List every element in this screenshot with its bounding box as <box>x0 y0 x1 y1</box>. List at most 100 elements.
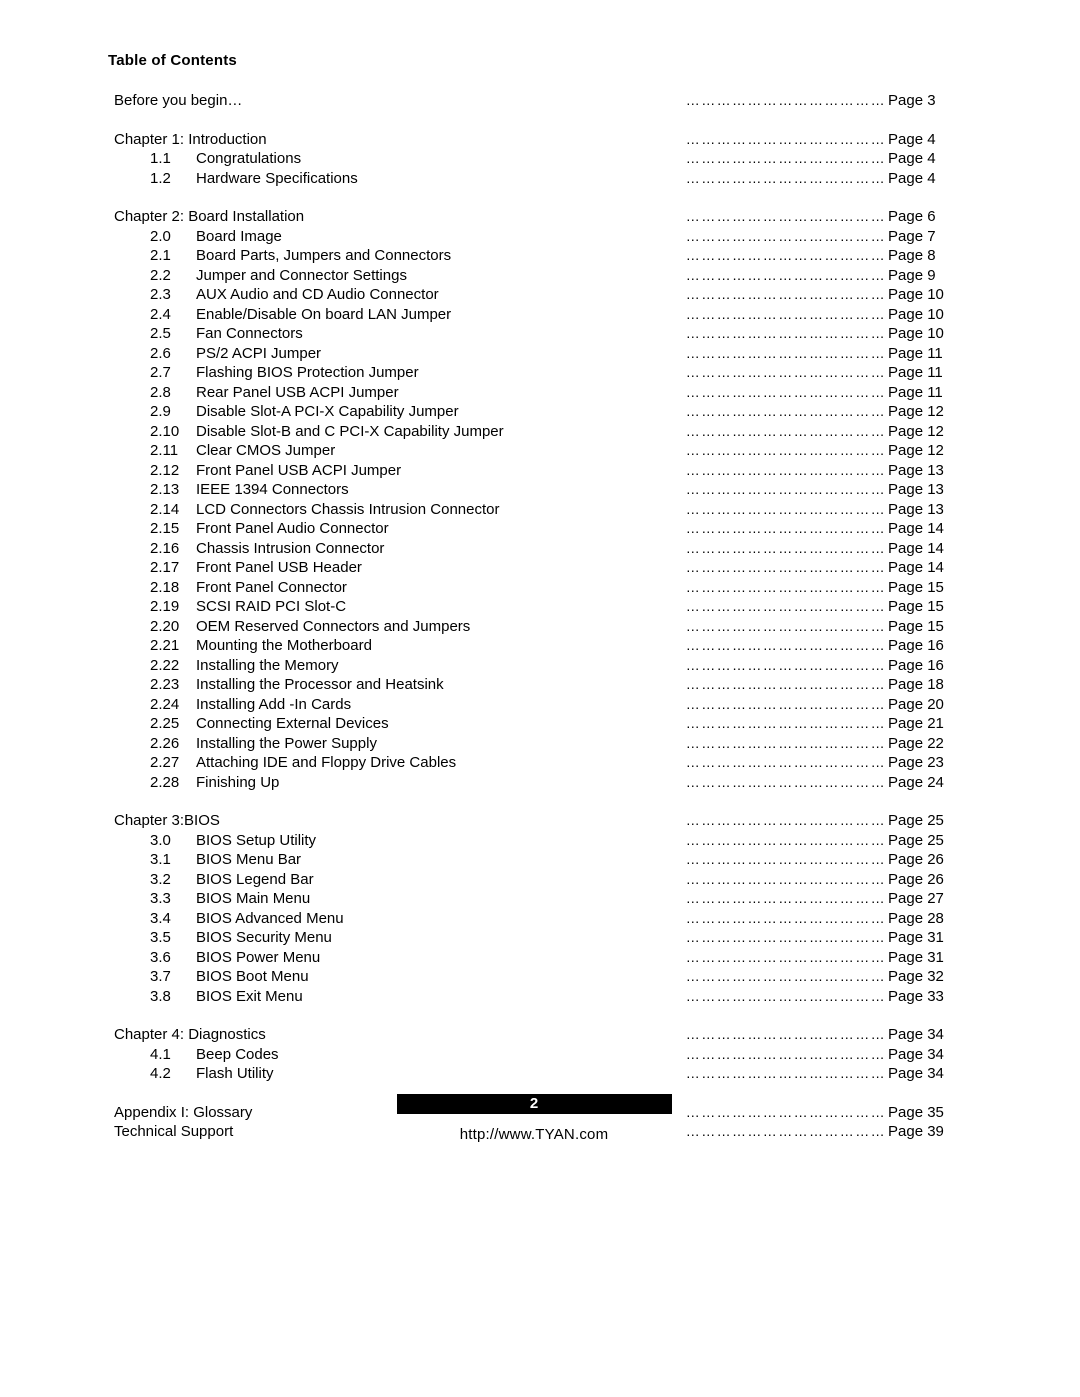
toc-leader-dots: ………………………………… <box>685 403 886 419</box>
toc-entry[interactable]: 2.16 Chassis Intrusion Connector ………………………… <box>100 539 980 559</box>
toc-entry[interactable]: 2.21 Mounting the Motherboard ………………………………… <box>100 636 980 656</box>
toc-entry-page: Page 13 <box>888 481 944 498</box>
toc-entry[interactable]: 2.27 Attaching IDE and Floppy Drive Cable… <box>100 753 980 773</box>
toc-entry[interactable]: 3.3 BIOS Main Menu ………………………………… Page 27 <box>100 889 980 909</box>
toc-entry-label: Fan Connectors <box>196 325 303 342</box>
toc-leader-dots: ………………………………… <box>685 92 886 108</box>
toc-entry[interactable]: Before you begin… ………………………………… Page 3 <box>100 91 980 111</box>
toc-entry-page: Page 16 <box>888 637 944 654</box>
toc-entry[interactable]: 3.0 BIOS Setup Utility ………………………………… Page 2… <box>100 831 980 851</box>
toc-leader-dots: ………………………………… <box>685 948 886 965</box>
toc-leader-dots: ………………………………… <box>685 461 886 478</box>
toc-entry[interactable]: 2.8 Rear Panel USB ACPI Jumper ……………………………… <box>100 383 980 403</box>
toc-entry-number: 2.1 <box>150 247 171 264</box>
toc-entry-label: Flashing BIOS Protection Jumper <box>196 364 419 381</box>
toc-entry-label: Installing Add -In Cards <box>196 695 352 713</box>
toc-leader-dots: ………………………………… <box>685 559 886 575</box>
page-title: Table of Contents <box>108 52 237 69</box>
toc-entry-page: Page 16 <box>888 656 944 674</box>
toc-entry-page: Page 14 <box>888 520 944 537</box>
toc-entry[interactable]: 2.19 SCSI RAID PCI Slot-C ………………………………… Pag… <box>100 597 980 617</box>
toc-leader-dots: ………………………………… <box>685 1026 886 1042</box>
toc-leader-dots: ………………………………… <box>685 598 886 614</box>
toc-entry[interactable]: 2.18 Front Panel Connector ………………………………… Pa… <box>100 578 980 598</box>
toc-entry[interactable]: 3.2 BIOS Legend Bar ………………………………… Page 26 <box>100 870 980 890</box>
toc-entry[interactable]: 3.5 BIOS Security Menu ………………………………… Page 3… <box>100 928 980 948</box>
toc-entry-label: IEEE 1394 Connectors <box>196 481 349 498</box>
toc-entry[interactable]: 2.14 LCD Connectors Chassis Intrusion Con… <box>100 500 980 520</box>
toc-entry-label: LCD Connectors Chassis Intrusion Connect… <box>196 500 500 518</box>
toc-entry[interactable]: 2.2 Jumper and Connector Settings ……………………… <box>100 266 980 286</box>
toc-entry[interactable]: 2.24 Installing Add -In Cards ………………………………… <box>100 695 980 715</box>
toc-entry-page: Page 11 <box>888 364 943 381</box>
toc-entry[interactable]: 2.10 Disable Slot-B and C PCI-X Capabilit… <box>100 422 980 442</box>
toc-leader-dots: ………………………………… <box>685 208 886 224</box>
toc-entry-number: 2.0 <box>150 227 171 245</box>
toc-entry[interactable]: 2.20 OEM Reserved Connectors and Jumpers …… <box>100 617 980 637</box>
toc-entry-page: Page 11 <box>888 383 943 401</box>
toc-entry-label: AUX Audio and CD Audio Connector <box>196 286 439 303</box>
toc-entry-page: Page 12 <box>888 422 944 440</box>
toc-entry-number: 3.4 <box>150 909 171 927</box>
toc-entry[interactable]: 2.6 PS/2 ACPI Jumper ………………………………… Page 11 <box>100 344 980 364</box>
toc-entry[interactable]: 2.17 Front Panel USB Header ………………………………… P… <box>100 558 980 578</box>
toc-entry-page: Page 26 <box>888 870 944 888</box>
toc-entry[interactable]: Chapter 2: Board Installation ……………………………… <box>100 207 980 227</box>
toc-entry[interactable]: 2.23 Installing the Processor and Heatsin… <box>100 675 980 695</box>
toc-entry[interactable]: 2.25 Connecting External Devices ………………………… <box>100 714 980 734</box>
toc-entry[interactable]: Chapter 3:BIOS ………………………………… Page 25 <box>100 811 980 831</box>
toc-entry[interactable]: 3.1 BIOS Menu Bar ………………………………… Page 26 <box>100 850 980 870</box>
toc-entry-label: Installing the Memory <box>196 656 339 674</box>
toc-leader-dots: ………………………………… <box>685 500 886 517</box>
toc-entry-page: Page 21 <box>888 715 944 732</box>
toc-entry[interactable]: 2.5 Fan Connectors ………………………………… Page 10 <box>100 324 980 344</box>
toc-entry-number: 2.18 <box>150 578 180 596</box>
toc-entry-label: Connecting External Devices <box>196 715 389 732</box>
toc-entry[interactable]: 3.8 BIOS Exit Menu ………………………………… Page 33 <box>100 987 980 1007</box>
toc-entry[interactable]: Chapter 1: Introduction ………………………………… Page… <box>100 130 980 150</box>
toc-entry[interactable]: 3.6 BIOS Power Menu ………………………………… Page 31 <box>100 948 980 968</box>
toc-entry[interactable]: 2.1 Board Parts, Jumpers and Connectors ……… <box>100 246 980 266</box>
toc-entry-number: 2.25 <box>150 715 180 732</box>
toc-entry-page: Page 25 <box>888 812 944 829</box>
toc-entry[interactable]: 2.3 AUX Audio and CD Audio Connector ……………… <box>100 285 980 305</box>
toc-entry[interactable]: 2.11 Clear CMOS Jumper ………………………………… Page 1… <box>100 441 980 461</box>
toc-entry-page: Page 8 <box>888 247 936 264</box>
toc-entry-page: Page 6 <box>888 208 936 225</box>
toc-entry[interactable]: 2.22 Installing the Memory ………………………………… Pa… <box>100 656 980 676</box>
toc-entry[interactable]: 3.4 BIOS Advanced Menu ………………………………… Page 2… <box>100 909 980 929</box>
toc-entry[interactable]: 2.4 Enable/Disable On board LAN Jumper ………… <box>100 305 980 325</box>
toc-entry-number: 3.3 <box>150 890 171 907</box>
toc-leader-dots: ………………………………… <box>685 442 886 458</box>
toc-entry[interactable]: 4.2 Flash Utility ………………………………… Page 34 <box>100 1064 980 1084</box>
toc-entry[interactable]: 2.7 Flashing BIOS Protection Jumper ………………… <box>100 363 980 383</box>
toc-entry-page: Page 15 <box>888 578 944 596</box>
toc-entry[interactable]: 2.15 Front Panel Audio Connector ………………………… <box>100 519 980 539</box>
toc-entry[interactable]: 3.7 BIOS Boot Menu ………………………………… Page 32 <box>100 967 980 987</box>
toc-entry[interactable]: 2.13 IEEE 1394 Connectors ………………………………… Pag… <box>100 480 980 500</box>
toc-entry-label: PS/2 ACPI Jumper <box>196 344 322 362</box>
toc-entry[interactable]: 4.1 Beep Codes ………………………………… Page 34 <box>100 1045 980 1065</box>
toc-entry[interactable]: 1.2 Hardware Specifications ………………………………… P… <box>100 169 980 189</box>
document-page: Table of Contents Before you begin… ……………… <box>0 0 1080 1397</box>
toc-entry-label: Disable Slot-A PCI-X Capability Jumper <box>196 403 459 420</box>
toc-entry-label: Front Panel USB ACPI Jumper <box>196 461 402 479</box>
toc-entry[interactable]: 2.0 Board Image ………………………………… Page 7 <box>100 227 980 247</box>
toc-leader-dots: ………………………………… <box>685 325 886 341</box>
toc-entry[interactable]: 2.9 Disable Slot-A PCI-X Capability Jumpe… <box>100 402 980 422</box>
toc-entry[interactable]: 2.12 Front Panel USB ACPI Jumper ………………………… <box>100 461 980 481</box>
toc-leader-dots: ………………………………… <box>685 422 886 439</box>
toc-leader-dots: ………………………………… <box>685 870 886 887</box>
toc-entry-label: Chapter 4: Diagnostics <box>114 1026 266 1043</box>
toc-entry-number: 2.23 <box>150 676 180 693</box>
toc-entry[interactable]: Chapter 4: Diagnostics ………………………………… Page … <box>100 1025 980 1045</box>
toc-entry[interactable]: 2.26 Installing the Power Supply ………………………… <box>100 734 980 754</box>
toc-entry-number: 2.11 <box>150 442 179 459</box>
toc-entry[interactable]: 1.1 Congratulations ………………………………… Page 4 <box>100 149 980 169</box>
toc-leader-dots: ………………………………… <box>685 656 886 673</box>
toc-entry-page: Page 11 <box>888 344 943 362</box>
toc-entry-page: Page 9 <box>888 266 936 284</box>
toc-entry-label: Mounting the Motherboard <box>196 637 372 654</box>
toc-entry-number: 2.10 <box>150 422 180 440</box>
toc-entry[interactable]: 2.28 Finishing Up ………………………………… Page 24 <box>100 773 980 793</box>
